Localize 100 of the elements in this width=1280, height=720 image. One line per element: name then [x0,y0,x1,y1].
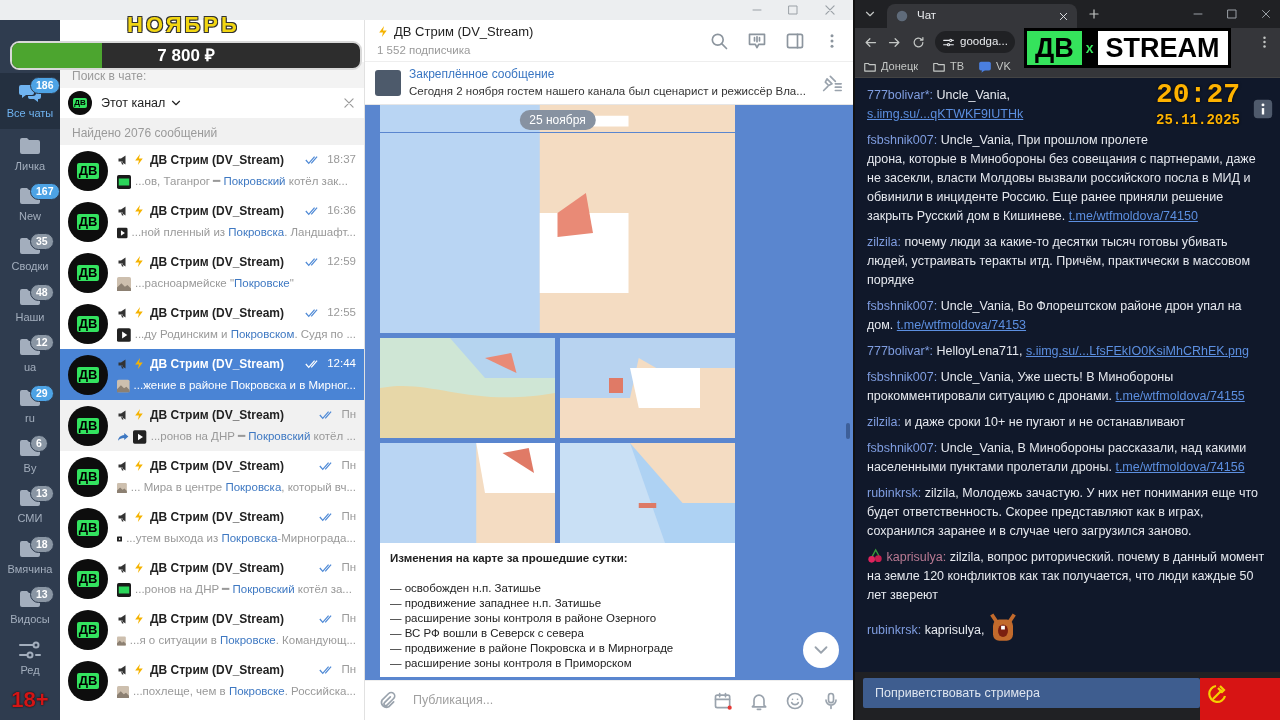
scroll-down-button[interactable] [803,632,839,668]
folder-tab[interactable]: Видосы 13 [0,582,60,633]
unread-badge: 35 [30,233,54,251]
scope-dropdown[interactable]: Этот канал [100,92,185,114]
channel-name: ДВ Стрим (DV_Stream) [150,151,285,169]
message-link[interactable]: t.me/wtfmoldova/74150 [1068,209,1198,223]
channel-avatar: ДВ [68,456,108,497]
search-result-row[interactable]: ДВ ДВ Стрим (DV_Stream) 18:37 ...ов, Таганрог ━ Покровский котёл зак... [60,145,364,196]
scrollbar-thumb[interactable] [846,423,850,439]
address-field[interactable]: goodga... [935,31,1015,53]
folder-tab[interactable]: Все чаты 186 [0,73,60,129]
message-preview: ...ронов на ДНР ━ Покровский котёл ... [150,428,356,444]
message-line: — продвижение в районе Покровска и в Мирнограде [390,641,675,656]
message-line: — расширение зоны контроля в районе Озерного [390,611,658,626]
chat-message: rubinkrsk: zilzila, Молодежь зачастую. У них нет понимания еще что будет ответственность. Скорее представляют как в играх, сохранился заранее и в случае чего загрузился заново. [867,485,1260,540]
channel-name: ДВ Стрим (DV_Stream) [150,661,285,679]
lightning-icon [133,153,146,167]
folder-tab[interactable]: ru 29 [0,380,60,432]
message-line: — расширение зоны контроля в Приморском [390,656,633,671]
browser-tab[interactable]: Чат [887,4,1077,28]
search-result-row[interactable]: ДВ ДВ Стрим (DV_Stream) 12:55 ...ду Родинским и Покровском. Судя по ... [60,298,364,349]
search-result-row[interactable]: ДВ ДВ Стрим (DV_Stream) Пн ...похлеще, чем в Покровске. Российска... [60,655,364,706]
maximize-icon[interactable] [1226,8,1238,20]
pinned-text: Сегодня 2 ноября гостем нашего канала был сценарист и режиссёр Вла... [409,84,807,100]
message-time: 12:55 [327,305,356,321]
folder-tab[interactable]: Вмячина 18 [0,531,60,583]
lightning-icon [133,561,146,575]
folder-tab[interactable]: Наши 48 [0,279,60,331]
close-icon[interactable] [1260,7,1272,21]
message-link[interactable]: t.me/wtfmoldova/74156 [1115,460,1245,474]
search-result-row[interactable]: ДВ ДВ Стрим (DV_Stream) Пн ...я о ситуации в Покровске. Командующ... [60,604,364,655]
search-result-row[interactable]: ДВ ДВ Стрим (DV_Stream) Пн ...ронов на ДНР ━ Покровский котёл за... [60,553,364,604]
bookmark[interactable]: ТВ [932,58,965,75]
subscriber-count: 1 552 подписчика [377,42,472,58]
message-link[interactable]: s.iimg.su/...qKTWKF9IUTHk [867,107,1024,121]
lightning-icon [133,306,146,320]
message-time: Пн [341,407,356,423]
unread-badge: 12 [30,334,54,352]
search-result-row[interactable]: ДВ ДВ Стрим (DV_Stream) Пн ...утем выхода из Покровска-Мирнограда... [60,502,364,553]
folder-tab[interactable]: Личка [0,128,60,180]
search-result-row[interactable]: ДВ ДВ Стрим (DV_Stream) 12:44 ...жение в районе Покровска и в Мирног... [60,349,364,400]
channel-avatar: ДВ [68,405,108,446]
info-button[interactable] [1252,98,1274,120]
unread-badge: 6 [30,435,48,453]
megaphone-icon [117,663,129,676]
date-badge: 25 ноября [519,110,596,130]
folder-tab[interactable]: New 167 [0,179,60,230]
folder-tab[interactable]: By 6 [0,431,60,482]
lightning-icon [133,459,146,473]
message-line: — освобожден н.п. Затишье [390,581,542,596]
message-time: Пн [341,509,356,525]
channel-name: ДВ Стрим (DV_Stream) [150,202,285,220]
channel-avatar: ДВ [68,354,108,395]
bookmark[interactable]: VK [978,58,1011,75]
chat-message: zilzila: и даже сроки 10+ не пугают и не останавливают [867,414,1186,431]
message-line: — продвижение западнее н.п. Затишье [390,596,603,611]
channel-name: ДВ Стрим (DV_Stream) [150,508,285,526]
search-result-row[interactable]: ДВ ДВ Стрим (DV_Stream) Пн ... Мира в центре Покровска, который вч... [60,451,364,502]
channel-name: ДВ Стрим (DV_Stream) [150,304,285,322]
message-link[interactable]: s.iimg.su/...LfsFEkIO0KsiMhCRhEK.png [1025,344,1249,358]
message-link[interactable]: t.me/wtfmoldova/74155 [1115,389,1245,403]
message-time: Пн [341,611,356,627]
lightning-icon [133,204,146,218]
channel-name: ДВ Стрим (DV_Stream) [150,610,285,628]
bookmark[interactable]: Донецк [863,58,918,75]
message-time: 12:59 [327,254,356,270]
chat-message: zilzila: почему люди за какие-то десятки тысяч готовы убивать людей, устраивать теракты итд. Причём, практически в массовом порядке [867,234,1252,289]
unread-badge: 186 [30,77,60,95]
chat-message: fsbshnik007: Uncle_Vania, В Минобороны рассказали, над какими населенными пунктами пролетали дроны. t.me/wtfmoldova/74156 [867,440,1248,476]
chat-message: fsbshnik007: Uncle_Vania, Во Флорештском районе дрон упал на дом. t.me/wtfmoldova/74153 [867,298,1243,334]
channel-avatar: ДВ [68,252,108,293]
folder-tab[interactable]: СМИ 13 [0,481,60,532]
smiley-icon[interactable] [785,690,805,711]
channel-avatar: ДВ [68,558,108,599]
lightning-icon [133,255,146,269]
unread-badge: 13 [30,485,54,503]
age-rating-label: 18+ [10,686,50,714]
goal-amount: 7 800 ₽ [157,45,215,66]
folder-tab[interactable]: Ред [0,632,60,683]
plus-icon[interactable] [1087,7,1101,21]
message-link[interactable]: t.me/wtfmoldova/74153 [896,318,1027,332]
logo-text: x [1084,38,1095,58]
photo-placeholder [375,70,401,96]
pin-list-icon[interactable] [821,73,843,93]
site-icon [895,9,909,23]
search-result-row[interactable]: ДВ ДВ Стрим (DV_Stream) 12:59 ...расноармейске "Покровске" [60,247,364,298]
channel-avatar: ДВ [68,91,92,115]
message-input[interactable]: Публикация... [413,691,697,710]
search-result-row[interactable]: ДВ ДВ Стрим (DV_Stream) Пн ...ронов на ДНР ━ Покровский котёл ... [60,400,364,451]
folder-tab[interactable]: Сводки 35 [0,229,60,280]
calendar-icon[interactable] [713,690,733,711]
search-scope-label: Поиск в чате: [72,69,147,83]
greet-button[interactable]: Поприветствовать стримера [863,678,1200,708]
megaphone-icon [117,204,129,217]
logo-text: STREAM [1097,31,1228,65]
channel-name: ДВ Стрим (DV_Stream) [150,559,285,577]
folder-tab[interactable]: ua 12 [0,330,60,381]
reload-icon[interactable] [911,34,926,50]
search-result-row[interactable]: ДВ ДВ Стрим (DV_Stream) 16:36 ...ной пленный из Покровска. Ландшафт... [60,196,364,247]
close-icon[interactable] [1058,10,1069,22]
